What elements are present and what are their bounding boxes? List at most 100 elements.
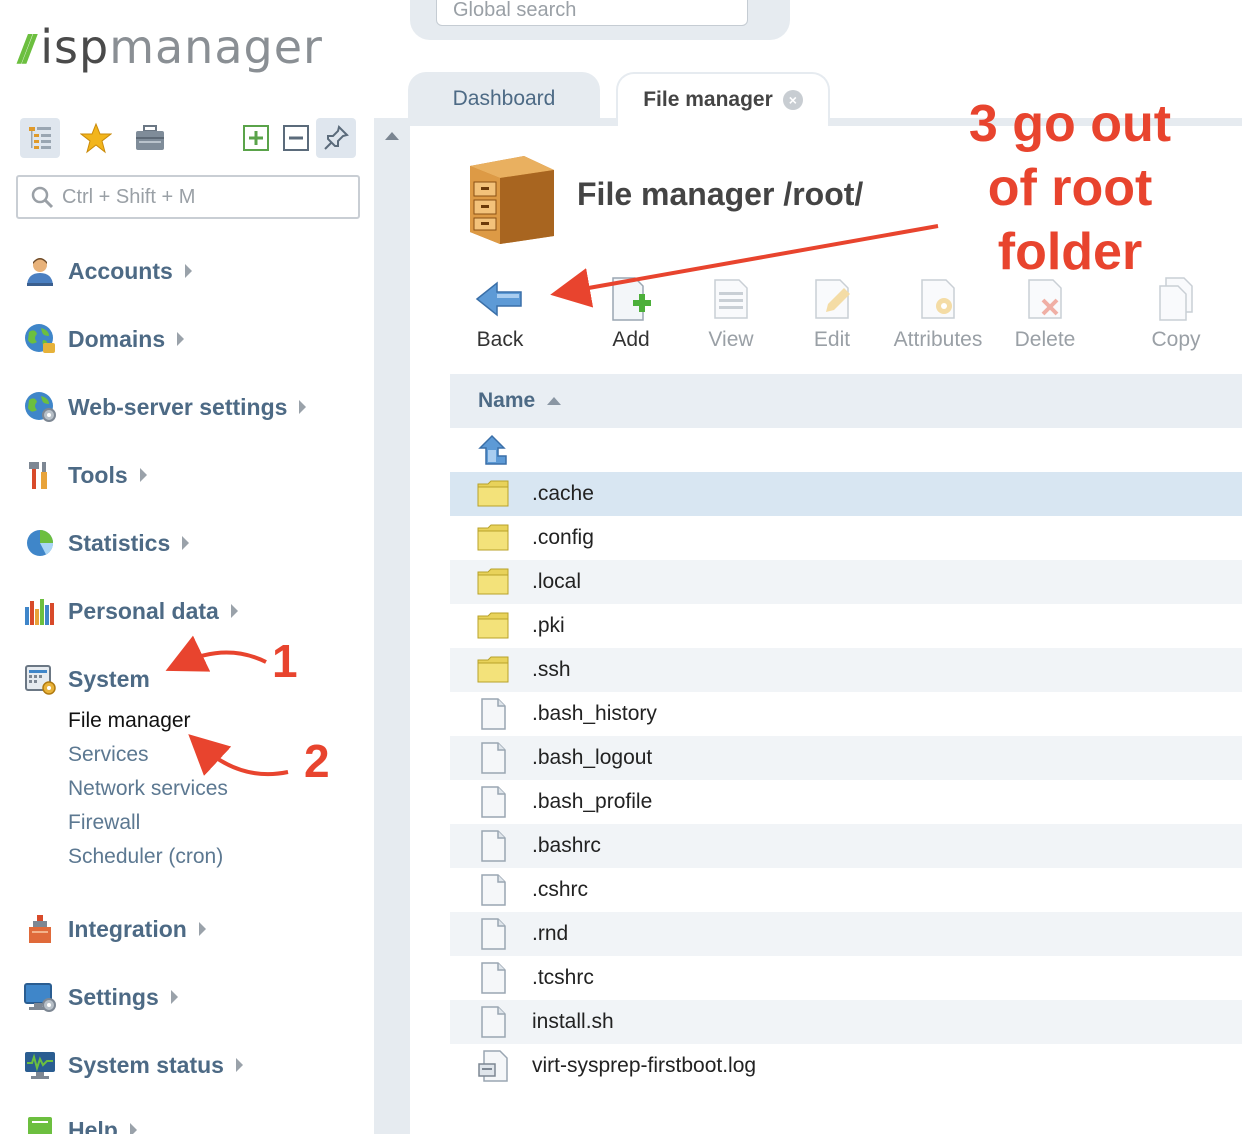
submenu-scheduler-cron[interactable]: Scheduler (cron) (68, 845, 223, 869)
file-name: .bashrc (532, 834, 601, 857)
table-row[interactable]: .pki (450, 604, 1242, 648)
ispmanager-logo[interactable]: // isp manager (18, 20, 323, 80)
menu-label: Tools (68, 461, 128, 488)
toolbar-delete-button[interactable]: Delete (995, 274, 1095, 352)
submenu-services[interactable]: Services (68, 743, 149, 767)
menu-item-accounts[interactable]: Accounts (22, 251, 192, 291)
folder-up-icon[interactable] (476, 434, 512, 466)
table-row[interactable]: .local (450, 560, 1242, 604)
toolbar-back-button[interactable]: Back (450, 274, 550, 352)
file-name: .pki (532, 614, 565, 637)
logo-text-isp: isp (40, 20, 110, 74)
menu-item-help[interactable]: Help (22, 1110, 137, 1134)
toolbar-view-button[interactable]: View (681, 274, 781, 352)
file-icon (476, 962, 512, 994)
view-icon (706, 274, 756, 324)
toolbar-edit-button[interactable]: Edit (782, 274, 882, 352)
file-name: .cache (532, 482, 594, 505)
collapse-all-icon[interactable] (276, 118, 316, 158)
page-title: File manager /root/ (577, 176, 864, 212)
expand-all-icon[interactable] (236, 118, 276, 158)
tab-file-manager[interactable]: File manager × (616, 72, 830, 126)
table-row[interactable]: .cshrc (450, 868, 1242, 912)
file-name: virt-sysprep-firstboot.log (532, 1054, 757, 1077)
table-row[interactable]: .rnd (450, 912, 1242, 956)
table-row[interactable]: .tcshrc (450, 956, 1242, 1000)
tab-label: File manager (643, 88, 773, 111)
menu-item-web-server-settings[interactable]: Web-server settings (22, 387, 307, 427)
file-icon (476, 1006, 512, 1038)
menu-item-system[interactable]: System (22, 659, 150, 699)
close-tab-icon[interactable]: × (782, 90, 803, 110)
toolbar-label: Attributes (893, 328, 983, 351)
submenu-network-services[interactable]: Network services (68, 777, 228, 801)
folder-icon (476, 566, 512, 598)
menu-item-integration[interactable]: Integration (22, 909, 206, 949)
menu-item-tools[interactable]: Tools (22, 455, 147, 495)
submenu-firewall[interactable]: Firewall (68, 811, 140, 835)
global-search-input[interactable] (453, 0, 733, 22)
table-row[interactable]: virt-sysprep-firstboot.log (450, 1044, 1242, 1088)
table-row[interactable]: .bash_profile (450, 780, 1242, 824)
integration-icon (22, 912, 58, 946)
domains-globe-icon (22, 322, 58, 356)
chevron-right-icon (177, 332, 185, 346)
table-row[interactable]: .bash_logout (450, 736, 1242, 780)
tree-view-icon[interactable] (20, 118, 60, 158)
tab-dashboard[interactable]: Dashboard (408, 72, 600, 126)
toolbar-label: Delete (1014, 328, 1076, 351)
folder-icon (476, 478, 512, 510)
toolbar-label: Copy (1151, 328, 1201, 351)
log-file-icon (476, 1050, 512, 1082)
table-row[interactable]: .config (450, 516, 1242, 560)
file-name: .local (532, 570, 582, 593)
submenu-file-manager[interactable]: File manager (68, 709, 191, 733)
add-file-icon (606, 274, 656, 324)
menu-search-input[interactable] (62, 185, 342, 209)
toolbar-label: Add (612, 328, 650, 351)
file-name: .ssh (532, 658, 571, 681)
menu-item-system-status[interactable]: System status (22, 1045, 243, 1085)
chevron-right-icon (198, 922, 206, 936)
menu-item-domains[interactable]: Domains (22, 319, 185, 359)
favorites-star-icon[interactable] (76, 118, 116, 158)
menu-search-field[interactable] (16, 175, 360, 219)
table-row[interactable]: .ssh (450, 648, 1242, 692)
sidebar-splitter[interactable] (374, 118, 410, 1134)
toolbar-attributes-button[interactable]: Attributes (888, 274, 988, 352)
briefcase-icon[interactable] (130, 118, 170, 158)
annotation-step-3: 3 go out of root folder (940, 92, 1200, 284)
tab-label: Dashboard (452, 87, 556, 110)
table-row[interactable]: .bashrc (450, 824, 1242, 868)
table-row[interactable]: .cache (450, 472, 1242, 516)
menu-item-personal-data[interactable]: Personal data (22, 591, 238, 631)
settings-monitor-icon (22, 980, 58, 1014)
chevron-right-icon (129, 1123, 137, 1134)
table-header: Name (450, 374, 1242, 428)
tools-icon (22, 458, 58, 492)
chevron-right-icon (139, 468, 147, 482)
toolbar-add-button[interactable]: Add (581, 274, 681, 352)
chevron-right-icon (170, 990, 178, 1004)
toolbar-label: Back (476, 328, 524, 351)
global-search-field[interactable] (436, 0, 748, 26)
chevron-right-icon (230, 604, 238, 618)
column-header-name[interactable]: Name (478, 389, 535, 413)
folder-icon (476, 522, 512, 554)
edit-icon (807, 274, 857, 324)
table-row[interactable]: .bash_history (450, 692, 1242, 736)
file-name: .config (532, 526, 594, 549)
toolbar-copy-button[interactable]: Copy (1126, 274, 1226, 352)
file-name: .bash_profile (532, 790, 653, 813)
menu-label: Settings (68, 983, 159, 1010)
annotation-step-1: 1 (272, 635, 298, 687)
menu-label: Accounts (68, 257, 173, 284)
sort-ascending-icon[interactable] (547, 397, 562, 405)
collapse-up-icon[interactable] (385, 132, 399, 140)
pin-icon[interactable] (316, 118, 356, 158)
menu-item-settings[interactable]: Settings (22, 977, 178, 1017)
menu-item-statistics[interactable]: Statistics (22, 523, 190, 563)
table-row-parent-dir[interactable] (450, 428, 1242, 472)
chevron-right-icon (235, 1058, 243, 1072)
table-row[interactable]: install.sh (450, 1000, 1242, 1044)
